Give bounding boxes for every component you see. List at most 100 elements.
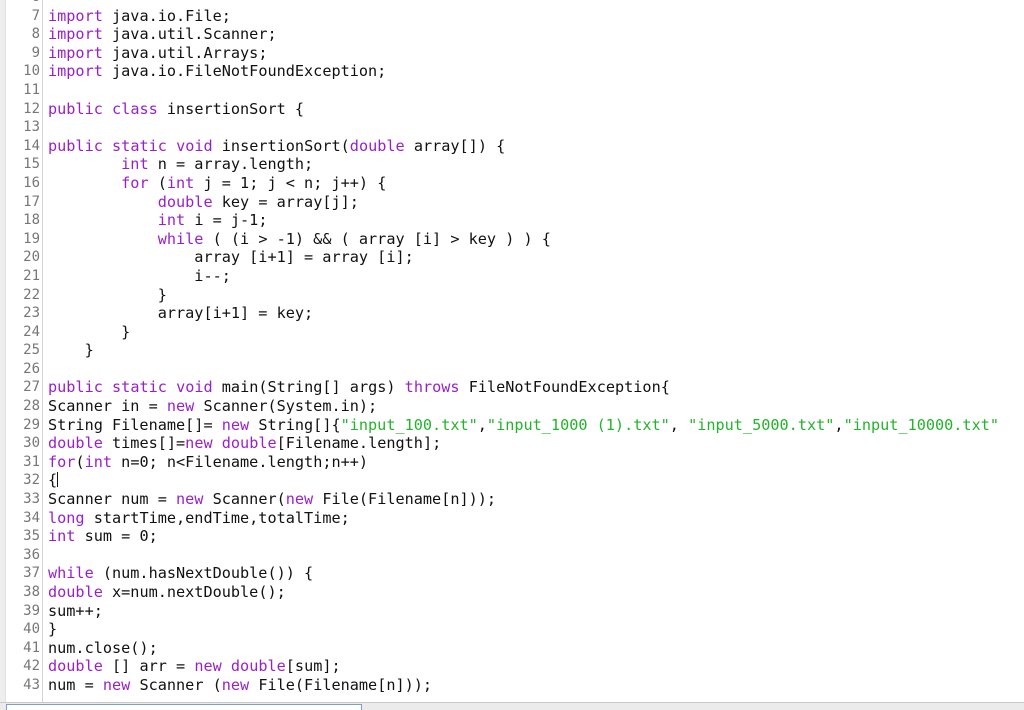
code-line[interactable]: 17 double key = array[j]; [23, 192, 999, 212]
keyword-token: long [48, 508, 85, 527]
code-line[interactable]: 16 for (int j = 1; j < n; j++) { [23, 173, 999, 193]
code-line[interactable]: 21 i--; [23, 267, 999, 286]
line-number: 40 [23, 621, 40, 638]
code-line[interactable]: 29 String Filename[]= new String[]{"input… [23, 415, 999, 435]
code-line[interactable]: 9 import java.util.Arrays; [32, 43, 999, 63]
line-number: 35 [23, 528, 40, 545]
line-number: 13 [23, 119, 40, 136]
keyword-token: while [157, 229, 204, 248]
code-area[interactable]: 67 import java.io.File; 8 import java.util.… [23, 0, 999, 695]
code-token: Scanner in = [48, 397, 167, 416]
code-line[interactable]: 18 int i = j-1; [23, 211, 999, 230]
code-line[interactable]: 38 double x=num.nextDouble(); [23, 583, 999, 602]
string-token: "input_5000.txt" [688, 415, 835, 434]
code-line[interactable]: 10 import java.io.FileNotFoundException; [23, 62, 999, 81]
code-token: } [48, 285, 167, 304]
code-line[interactable]: 28 Scanner in = new Scanner(System.in); [23, 397, 999, 416]
keyword-token: import [48, 25, 103, 44]
keyword-token: new [285, 490, 314, 509]
keyword-token: int [166, 173, 195, 192]
string-token: "input_100.txt" [340, 415, 478, 434]
code-line[interactable]: 22 } [23, 285, 999, 305]
code-line[interactable]: 19 while ( (i > -1) && ( array [i] > key… [23, 229, 999, 249]
keyword-token: double [157, 192, 213, 211]
line-number: 36 [23, 546, 40, 563]
code-line[interactable]: 23 array[i+1] = key; [23, 304, 999, 323]
code-line[interactable]: 30 double times[]=new double[Filename.len… [23, 434, 999, 453]
line-number: 24 [23, 323, 40, 340]
keyword-token: public [48, 99, 103, 118]
code-token: x=num.nextDouble(); [102, 583, 286, 601]
code-line[interactable]: 35 int sum = 0; [23, 527, 999, 546]
code-line[interactable]: 43 num = new Scanner (new File(Filename[n… [23, 675, 999, 695]
code-line[interactable]: 12 public class insertionSort { [23, 99, 999, 119]
code-token: startTime,endTime,totalTime; [84, 508, 350, 527]
code-token: String[]{ [249, 415, 341, 434]
code-line[interactable]: 15 int n = array.length; [23, 155, 999, 174]
keyword-token: int [48, 527, 76, 546]
code-line[interactable]: 26 [23, 360, 999, 379]
string-token: "input_1000 (1).txt" [486, 415, 670, 434]
line-number: 10 [23, 63, 40, 80]
code-token: insertionSort { [157, 99, 305, 118]
code-line[interactable]: 25 } [23, 341, 999, 360]
code-line[interactable]: 37 while (num.hasNextDouble()) { [23, 564, 999, 583]
code-token: main(String[] args) [212, 378, 405, 397]
line-number: 38 [23, 584, 40, 600]
code-line[interactable]: 41 num.close(); [23, 638, 999, 658]
code-token: num = [48, 675, 103, 694]
code-line[interactable]: 42 double [] arr = new double[sum]; [23, 657, 999, 676]
keyword-token: while [48, 564, 94, 583]
code-token: Scanner( [203, 490, 286, 509]
keyword-token: void [176, 378, 213, 397]
line-number: 21 [23, 267, 40, 284]
code-line[interactable]: 20 array [i+1] = array [i]; [23, 248, 999, 267]
keyword-token: new [185, 434, 213, 453]
code-token: java.io.File; [102, 6, 231, 25]
code-token: ( [75, 452, 85, 471]
line-number: 27 [23, 379, 40, 396]
keyword-token: double [221, 434, 277, 453]
keyword-token: public [48, 378, 103, 397]
code-line[interactable]: 39 sum++; [23, 602, 999, 621]
code-token: num.close(); [48, 638, 158, 657]
keyword-token: int [157, 211, 186, 230]
keyword-token: class [112, 99, 158, 118]
code-token: [Filename.length]; [276, 434, 442, 453]
code-line[interactable]: 6 [32, 0, 999, 7]
code-line[interactable]: 27 public static void main(String[] args)… [23, 378, 999, 397]
code-token: key = array[j]; [212, 192, 359, 211]
code-editor[interactable]: 67 import java.io.File; 8 import java.util.… [0, 0, 1024, 702]
code-line[interactable]: 40} [23, 620, 999, 639]
code-line[interactable]: 7 import java.io.File; [32, 6, 999, 26]
code-line[interactable]: 13 [23, 118, 999, 137]
code-line[interactable]: 33 Scanner num = new Scanner(new File(Fil… [23, 490, 999, 509]
code-token: insertionSort( [212, 136, 350, 155]
line-number: 6 [3, 0, 40, 7]
gutter-divider [42, 0, 43, 702]
code-token: FileNotFoundException{ [459, 378, 670, 397]
code-line[interactable]: 36 [23, 546, 999, 565]
code-line[interactable]: 24 } [23, 323, 999, 342]
code-token: java.io.FileNotFoundException; [102, 62, 387, 81]
code-line[interactable]: 32 { [23, 471, 999, 490]
bottom-panel-tab[interactable] [6, 704, 362, 710]
line-number: 9 [31, 44, 40, 61]
line-number: 17 [23, 193, 40, 210]
code-line[interactable]: 31 for(int n=0; n<Filename.length;n++) [23, 452, 999, 472]
code-line[interactable]: 34 long startTime,endTime,totalTime; [23, 508, 999, 528]
line-number: 33 [23, 491, 40, 508]
code-line[interactable]: 8 import java.util.Scanner; [32, 25, 999, 44]
code-line[interactable]: 11 [23, 81, 999, 100]
code-line[interactable]: 14 public static void insertionSort(doubl… [23, 136, 999, 156]
code-token: , [477, 415, 487, 434]
code-token: java.util.Arrays; [102, 43, 268, 62]
code-token: array [i+1] = array [i]; [48, 248, 414, 267]
